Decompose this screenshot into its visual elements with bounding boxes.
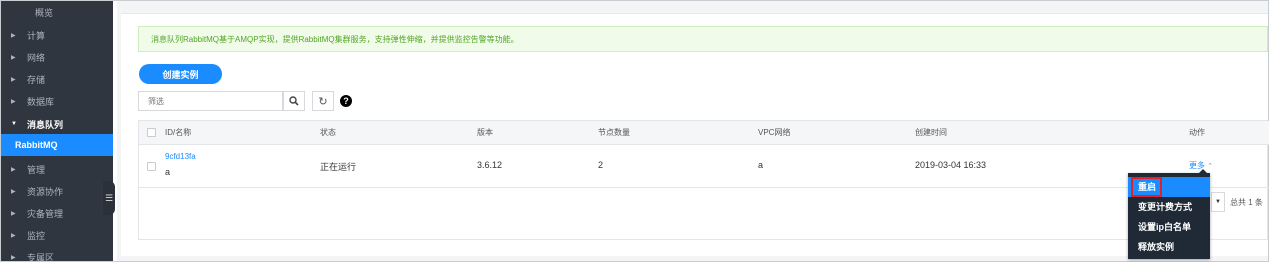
caret-right-icon: ▶ [11,254,16,261]
sidebar-item-disaster-recovery[interactable]: ▶ 灾备管理 [1,202,113,224]
caret-right-icon: ▶ [11,76,16,83]
sidebar-item-label: 灾备管理 [27,208,64,219]
create-instance-button[interactable]: 创建实例 [139,64,222,84]
column-header: 状态 [320,128,336,137]
sidebar-item-label: 监控 [27,230,46,241]
sidebar-item-monitoring[interactable]: ▶ 监控 [1,224,113,246]
sidebar-item-database[interactable]: ▶ 数据库 [1,90,113,112]
sidebar-item-label: 管理 [27,164,46,175]
sidebar-item-network[interactable]: ▶ 网络 [1,46,113,68]
caret-down-icon: ▼ [1215,199,1221,205]
sidebar-item-storage[interactable]: ▶ 存储 [1,68,113,90]
menu-item-label: 变更计费方式 [1138,202,1193,212]
help-icon[interactable]: ? [340,95,352,107]
caret-down-icon: ▼ [11,121,17,127]
page-size-select[interactable]: ▼ [1211,192,1225,212]
column-header: 动作 [1189,128,1205,137]
filter-input[interactable] [138,91,283,111]
menu-item-label: 设置ip白名单 [1138,222,1191,232]
highlight-box [1131,177,1162,197]
collapse-icon: ☰ [104,192,114,203]
caret-right-icon: ▶ [11,32,16,39]
sidebar-item-label: 存储 [27,74,46,85]
sidebar: 概览 ▶ 计算 ▶ 网络 ▶ 存储 ▶ 数据库 ▼ 消息队列 RabbitMQ … [1,1,113,261]
content-panel: 消息队列RabbitMQ基于AMQP实现，提供RabbitMQ集群服务，支持弹性… [121,13,1269,256]
sidebar-item-resource-collab[interactable]: ▶ 资源协作 [1,180,113,202]
row-checkbox[interactable] [147,162,156,171]
sidebar-item-rabbitmq[interactable]: RabbitMQ [1,134,113,156]
main-content: 消息队列RabbitMQ基于AMQP实现，提供RabbitMQ集群服务，支持弹性… [117,1,1269,261]
search-button[interactable] [283,91,305,111]
caret-right-icon: ▶ [11,54,16,61]
instance-vpc: a [758,160,764,170]
pagination-total: 总共 1 条 [1230,198,1263,207]
sidebar-item-management[interactable]: ▶ 管理 [1,158,113,180]
select-all-checkbox[interactable] [147,128,156,137]
sidebar-item-message-queue[interactable]: ▼ 消息队列 [1,113,113,135]
sidebar-item-overview[interactable]: 概览 [1,1,113,23]
caret-right-icon: ▶ [11,232,16,239]
instance-id-link[interactable]: 9cfd13fa [165,152,196,161]
sidebar-item-label: 概览 [35,7,54,18]
more-actions-menu: 重启 变更计费方式 设置ip白名单 释放实例 [1128,169,1210,259]
caret-right-icon: ▶ [11,98,16,105]
caret-right-icon: ▶ [11,166,16,173]
instance-version: 3.6.12 [477,160,503,170]
instance-name: a [165,167,171,177]
sidebar-item-label: 网络 [27,52,46,63]
menu-item-ip-whitelist[interactable]: 设置ip白名单 [1128,217,1210,237]
menu-item-change-billing[interactable]: 变更计费方式 [1128,197,1210,217]
chevron-up-icon: ⌃ [1207,163,1214,170]
sidebar-collapse-handle[interactable]: ☰ [103,181,115,215]
instance-node-count: 2 [598,160,604,170]
caret-right-icon: ▶ [11,188,16,195]
sidebar-item-label: 资源协作 [27,186,64,197]
sidebar-item-dedicated-zone[interactable]: ▶ 专属区 [1,246,113,262]
column-header: ID/名称 [165,128,192,137]
instance-table: ID/名称 状态 版本 节点数量 VPC网络 创建时间 动作 9cfd13fa … [138,120,1269,240]
sidebar-item-label: 数据库 [27,96,55,107]
instance-created-time: 2019-03-04 16:33 [915,160,987,170]
refresh-button[interactable]: ↻ [312,91,334,111]
menu-item-label: 释放实例 [1138,242,1175,252]
column-header: 创建时间 [915,128,947,137]
table-row: 9cfd13fa a 正在运行 3.6.12 2 a 2019-03-04 16… [139,146,1269,188]
caret-right-icon: ▶ [11,210,16,217]
menu-item-release-instance[interactable]: 释放实例 [1128,237,1210,257]
search-icon [289,96,299,106]
sidebar-item-label: RabbitMQ [15,140,58,150]
column-header: VPC网络 [758,128,791,137]
column-header: 节点数量 [598,128,630,137]
table-header: ID/名称 状态 版本 节点数量 VPC网络 创建时间 动作 [139,121,1269,145]
sidebar-item-label: 专属区 [27,252,55,262]
sidebar-item-compute[interactable]: ▶ 计算 [1,24,113,46]
instance-status: 正在运行 [320,162,357,172]
sidebar-item-label: 计算 [27,30,46,41]
menu-item-restart[interactable]: 重启 [1128,177,1210,197]
refresh-icon: ↻ [318,95,328,108]
sidebar-item-label: 消息队列 [27,119,64,130]
info-notice: 消息队列RabbitMQ基于AMQP实现，提供RabbitMQ集群服务，支持弹性… [138,26,1268,52]
column-header: 版本 [477,128,493,137]
